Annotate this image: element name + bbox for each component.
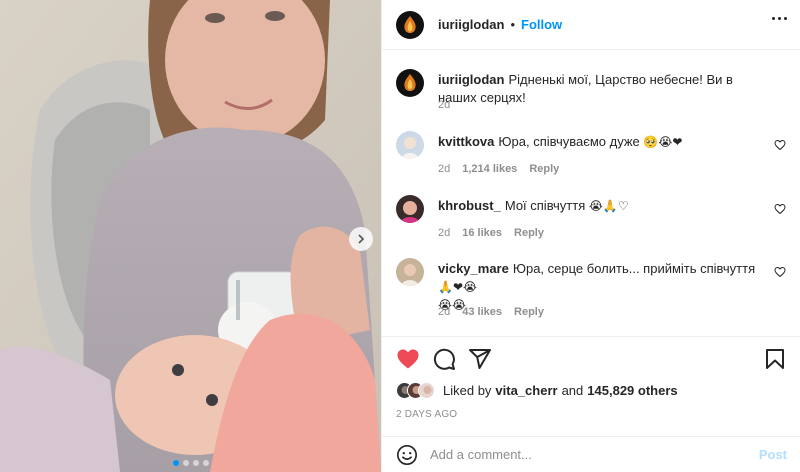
reply-button[interactable]: Reply <box>529 163 559 175</box>
commenter-avatar[interactable] <box>396 195 424 223</box>
avatar-image <box>396 131 424 159</box>
more-options-button[interactable] <box>772 17 787 20</box>
author-username[interactable]: iuriiglodan <box>438 17 504 32</box>
bookmark-icon[interactable] <box>763 347 787 371</box>
caption: iuriiglodan Рідненькі мої, Царство небесн… <box>396 69 786 119</box>
comment-text: khrobust_ Мої співчуття 😭🙏♡ <box>438 197 764 215</box>
caption-text: iuriiglodan Рідненькі мої, Царство небесн… <box>438 71 764 107</box>
comment-body: Юра, співчуваємо дуже <box>498 134 640 149</box>
liked-by-prefix: Liked by <box>443 382 492 398</box>
carousel-dot <box>172 460 179 466</box>
comment-meta: 2d 43 likes Reply <box>438 306 544 318</box>
reply-button[interactable]: Reply <box>514 306 544 318</box>
more-dot <box>778 17 781 20</box>
comment-body: Мої співчуття <box>504 198 586 213</box>
author-logo-icon <box>396 10 424 39</box>
comment-body: Юра, серце болить... прийміть співчуття <box>512 261 756 276</box>
commenter-avatar[interactable] <box>396 131 424 159</box>
comment-age: 2d <box>438 227 451 239</box>
comment-username[interactable]: khrobust_ <box>438 198 501 213</box>
post-sidebar: iuriiglodan • Follow iuriiglodan Ріднень… <box>381 0 800 472</box>
comment-likes[interactable]: 1,214 likes <box>462 163 517 175</box>
more-dot <box>784 17 787 20</box>
comment-meta: 2d 1,214 likes Reply <box>438 163 559 175</box>
comment-username[interactable]: kvittkova <box>438 134 494 149</box>
comment-likes[interactable]: 16 likes <box>462 227 502 239</box>
reply-button[interactable]: Reply <box>514 227 544 239</box>
comment-age: 2d <box>438 306 451 318</box>
post-photo <box>0 0 381 472</box>
heart-filled-icon[interactable] <box>396 347 420 371</box>
carousel-dot <box>202 460 209 466</box>
liked-by-joiner: and <box>561 382 584 398</box>
comment-item: vicky_mare Юра, серце болить... прийміть … <box>396 258 786 328</box>
post-actions <box>382 336 800 380</box>
paper-plane-icon[interactable] <box>468 347 492 371</box>
comment-text: kvittkova Юра, співчуваємо дуже 🥺😭❤ <box>438 133 764 151</box>
chevron-right-icon <box>358 234 365 244</box>
carousel-indicator <box>0 460 381 466</box>
heart-outline-icon[interactable] <box>774 266 786 278</box>
smiley-icon[interactable] <box>396 444 418 466</box>
caption-meta: 2d <box>438 99 450 111</box>
heart-outline-icon[interactable] <box>774 203 786 215</box>
avatar-image <box>396 195 424 223</box>
comment-emoji: 😭🙏♡ <box>588 199 629 213</box>
author-avatar[interactable] <box>396 10 424 39</box>
caption-avatar[interactable] <box>396 69 424 97</box>
comment-input[interactable] <box>430 447 759 462</box>
comment-emoji: 🥺😭❤ <box>643 135 683 149</box>
liker-avatar <box>418 381 435 399</box>
liked-by-user[interactable]: vita_cherr <box>495 383 557 398</box>
header-separator: • <box>510 17 516 32</box>
post-header: iuriiglodan • Follow <box>382 0 800 50</box>
comment-meta: 2d 16 likes Reply <box>438 227 544 239</box>
carousel-next-button[interactable] <box>349 227 373 251</box>
commenter-avatar[interactable] <box>396 258 424 286</box>
likes-summary: Liked by vita_cherr and 145,829 others <box>396 380 682 400</box>
carousel-dot <box>192 460 199 466</box>
likes-count[interactable]: 145,829 others <box>587 383 677 398</box>
comment-item: khrobust_ Мої співчуття 😭🙏♡ 2d 16 likes R… <box>396 195 786 245</box>
comment-emoji: 🙏❤😭 <box>438 280 478 294</box>
follow-button[interactable]: Follow <box>521 17 562 32</box>
post-timestamp[interactable]: 2 DAYS AGO <box>396 409 457 420</box>
comment-username[interactable]: vicky_mare <box>438 261 509 276</box>
comments-list[interactable]: iuriiglodan Рідненькі мої, Царство небесн… <box>382 51 800 336</box>
liker-avatars[interactable] <box>396 381 435 399</box>
post-comment-button[interactable]: Post <box>759 447 787 462</box>
comment-item: kvittkova Юра, співчуваємо дуже 🥺😭❤ 2d 1,… <box>396 131 786 181</box>
caption-age: 2d <box>438 99 451 111</box>
comment-icon[interactable] <box>432 347 456 371</box>
comment-age: 2d <box>438 163 451 175</box>
caption-username[interactable]: iuriiglodan <box>438 72 504 87</box>
add-comment-bar: Post <box>382 436 800 472</box>
author-logo-icon <box>396 69 424 97</box>
more-dots-icon <box>772 17 775 20</box>
post-media[interactable] <box>0 0 381 472</box>
carousel-dot <box>182 460 189 466</box>
comment-likes[interactable]: 43 likes <box>462 306 502 318</box>
avatar-image <box>396 258 424 286</box>
instagram-post: iuriiglodan • Follow iuriiglodan Ріднень… <box>0 0 800 472</box>
heart-outline-icon[interactable] <box>774 139 786 151</box>
